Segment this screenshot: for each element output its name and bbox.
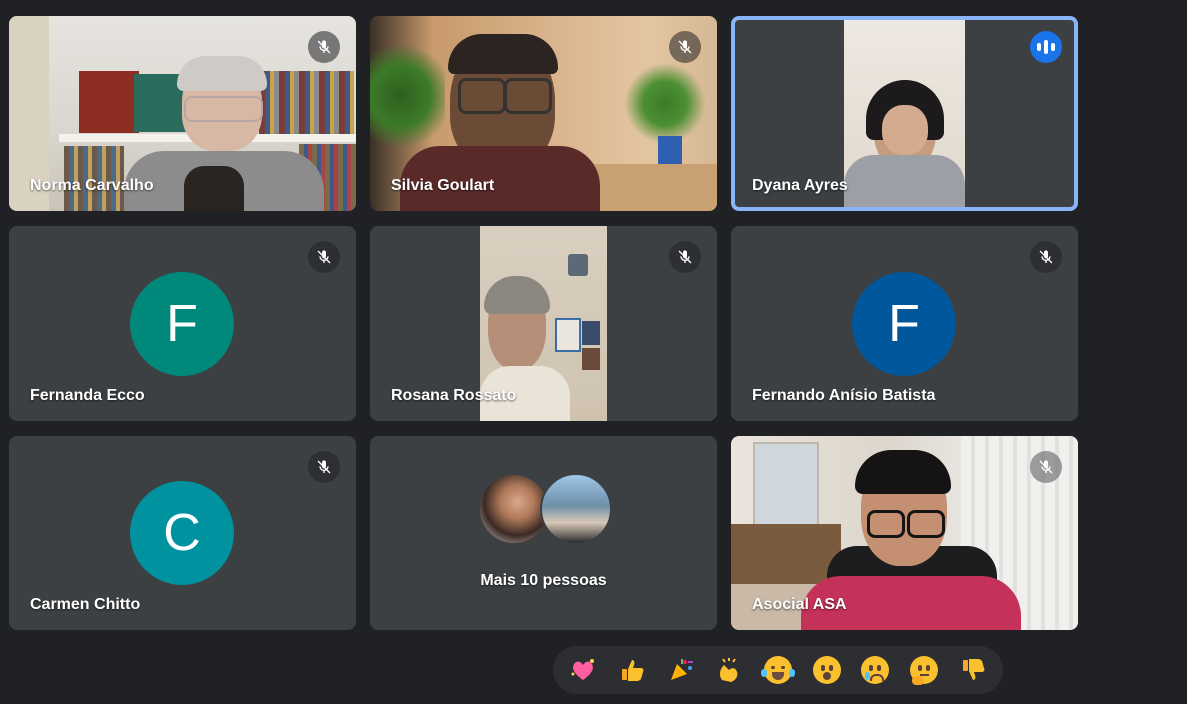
participant-name: Carmen Chitto [30,596,141,613]
participant-tile-silvia-goulart[interactable]: Silvia Goulart [370,16,717,211]
participant-tile-fernanda-ecco[interactable]: F Fernanda Ecco [9,226,356,421]
sparkling-heart-icon [571,659,595,680]
mic-off-icon [308,31,340,63]
participant-tile-asocial-asa[interactable]: Asocial ASA [731,436,1078,630]
participant-tile-fernando-anisio-batista[interactable]: F Fernando Anísio Batista [731,226,1078,421]
avatar: F [852,272,956,376]
clapping-hands-icon [720,658,738,682]
participant-name: Fernando Anísio Batista [752,387,936,404]
participant-name: Norma Carvalho [30,177,154,194]
participant-tile-carmen-chitto[interactable]: C Carmen Chitto [9,436,356,630]
mic-off-icon [669,31,701,63]
reaction-thumbs-up-button[interactable] [614,652,650,688]
more-participants-tile[interactable]: Mais 10 pessoas [370,436,717,630]
mic-off-icon [308,241,340,273]
mic-off-icon [1030,241,1062,273]
reaction-sparkling-heart-button[interactable] [565,652,601,688]
thumbs-up-icon [621,660,644,681]
participant-name: Rosana Rossato [391,387,517,404]
reaction-thinking-button[interactable] [906,652,942,688]
participant-tile-rosana-rossato[interactable]: Rosana Rossato [370,226,717,421]
participant-name: Fernanda Ecco [30,387,145,404]
mic-off-icon [669,241,701,273]
reaction-party-popper-button[interactable] [663,652,699,688]
reaction-surprised-button[interactable] [809,652,845,688]
surprised-icon [812,656,841,684]
mic-off-icon [308,451,340,483]
speaking-indicator-icon [1030,31,1062,63]
thinking-icon [909,656,938,685]
reactions-bar [553,646,1003,694]
party-popper-icon [670,659,693,680]
mic-off-icon [1030,451,1062,483]
more-participants-avatars [478,473,612,545]
avatar: C [130,481,234,585]
participant-tile-dyana-ayres[interactable]: Dyana Ayres [731,16,1078,211]
reaction-tears-of-joy-button[interactable] [760,652,796,688]
participant-tile-norma-carvalho[interactable]: Norma Carvalho [9,16,356,211]
participant-name: Silvia Goulart [391,177,495,194]
participant-name: Dyana Ayres [752,177,848,194]
more-participants-label: Mais 10 pessoas [480,572,607,589]
reaction-clapping-hands-button[interactable] [711,652,747,688]
crying-icon [861,656,890,684]
thumbs-down-icon [962,659,984,680]
participant-name: Asocial ASA [752,596,847,613]
reaction-crying-button[interactable] [857,652,893,688]
tears-of-joy-icon [760,656,795,684]
reaction-thumbs-down-button[interactable] [955,652,991,688]
avatar: F [130,272,234,376]
avatar [540,473,612,545]
video-feed [844,20,965,207]
